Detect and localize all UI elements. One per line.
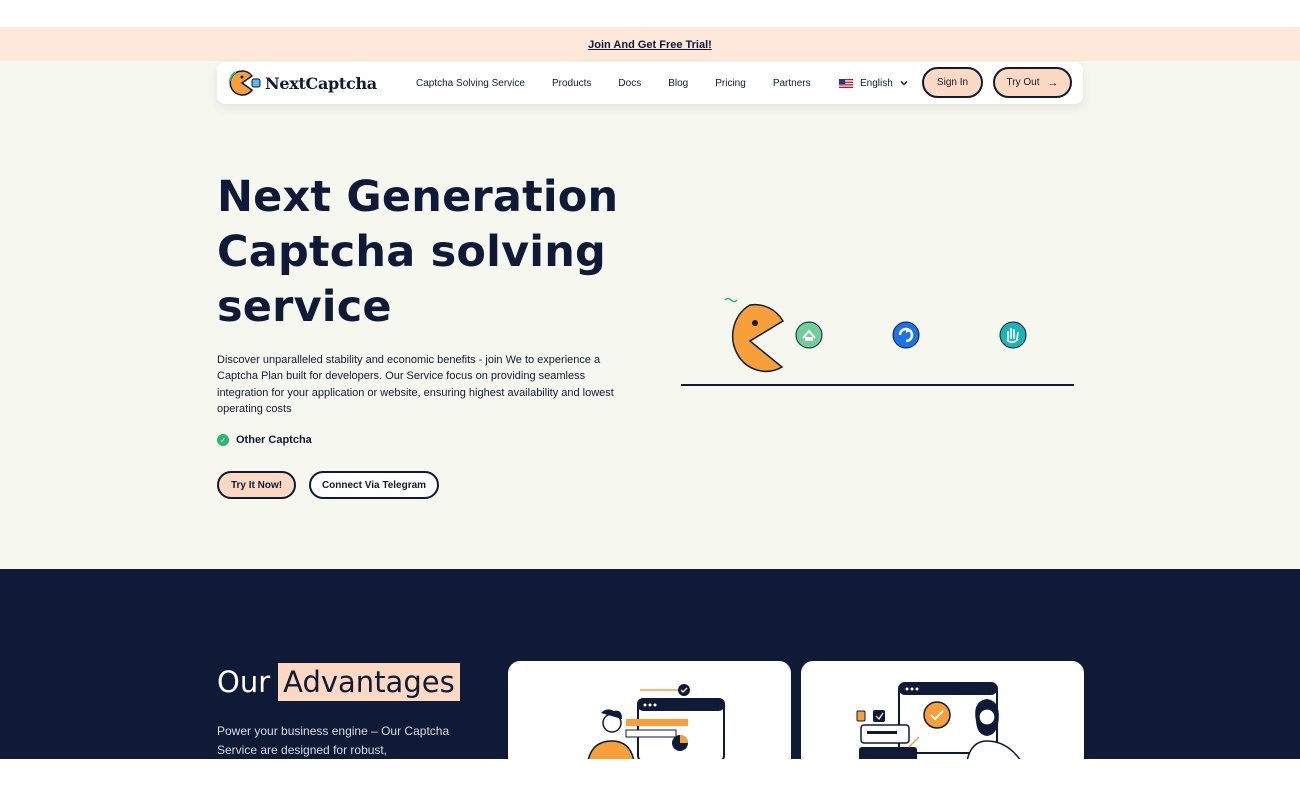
nav-link-docs[interactable]: Docs (618, 78, 641, 89)
chevron-down-icon (900, 81, 908, 86)
developer-illustration (587, 684, 725, 759)
logo-text: NextCaptcha (265, 73, 377, 93)
advantage-card (508, 661, 791, 759)
hero-description: Discover unparalleled stability and econ… (217, 354, 614, 415)
advantages-title-highlight: Advantages (278, 663, 460, 701)
us-flag-icon (839, 78, 853, 88)
language-selector[interactable]: English (839, 62, 909, 104)
hand-captcha-icon (999, 321, 1027, 349)
promo-banner: Join And Get Free Trial! (0, 28, 1300, 61)
connect-telegram-label: Connect Via Telegram (321, 479, 427, 491)
hero-illustration (681, 297, 1074, 386)
hero-title: Next Generation Captcha solving service (217, 172, 619, 332)
advantages-description: Power your business engine – Our Captcha… (217, 724, 450, 757)
pacman-icon (724, 297, 785, 373)
nav-link-blog[interactable]: Blog (668, 78, 688, 89)
nav-link-products[interactable]: Products (552, 78, 591, 89)
sign-in-button[interactable]: Sign In (922, 67, 983, 98)
feature-label: Other Captcha (236, 434, 312, 446)
check-circle-icon: ✓ (217, 434, 229, 446)
recaptcha-icon (892, 321, 920, 349)
try-out-label: Try Out (1006, 77, 1040, 88)
page-bottom-strip (0, 759, 1300, 788)
nav-link-pricing[interactable]: Pricing (715, 78, 746, 89)
advantage-card (801, 661, 1084, 759)
security-illustration (856, 682, 1021, 759)
navbar: NextCaptcha Captcha Solving Service Prod… (217, 62, 1083, 104)
browser-top-strip (0, 0, 1300, 28)
language-label: English (860, 77, 893, 89)
try-it-now-button[interactable]: Try It Now! (217, 471, 296, 499)
logo[interactable]: NextCaptcha (227, 68, 377, 98)
try-out-button[interactable]: Try Out → (993, 67, 1072, 98)
try-it-now-label: Try It Now! (230, 479, 283, 491)
arrow-right-icon: → (1047, 76, 1059, 89)
feature-item: ✓ Other Captcha (217, 434, 312, 446)
nav-link-captcha-solving-service[interactable]: Captcha Solving Service (416, 78, 525, 89)
hcaptcha-icon (795, 321, 823, 349)
nav-link-partners[interactable]: Partners (773, 78, 811, 89)
logo-icon (229, 70, 261, 96)
connect-telegram-button[interactable]: Connect Via Telegram (309, 471, 439, 499)
sign-in-label: Sign In (936, 77, 969, 88)
nav-links: Captcha Solving Service Products Docs Bl… (416, 62, 838, 104)
advantages-title-plain: Our (217, 665, 271, 699)
free-trial-link[interactable]: Join And Get Free Trial! (588, 39, 712, 51)
advantages-title: Our Advantages (217, 663, 460, 701)
